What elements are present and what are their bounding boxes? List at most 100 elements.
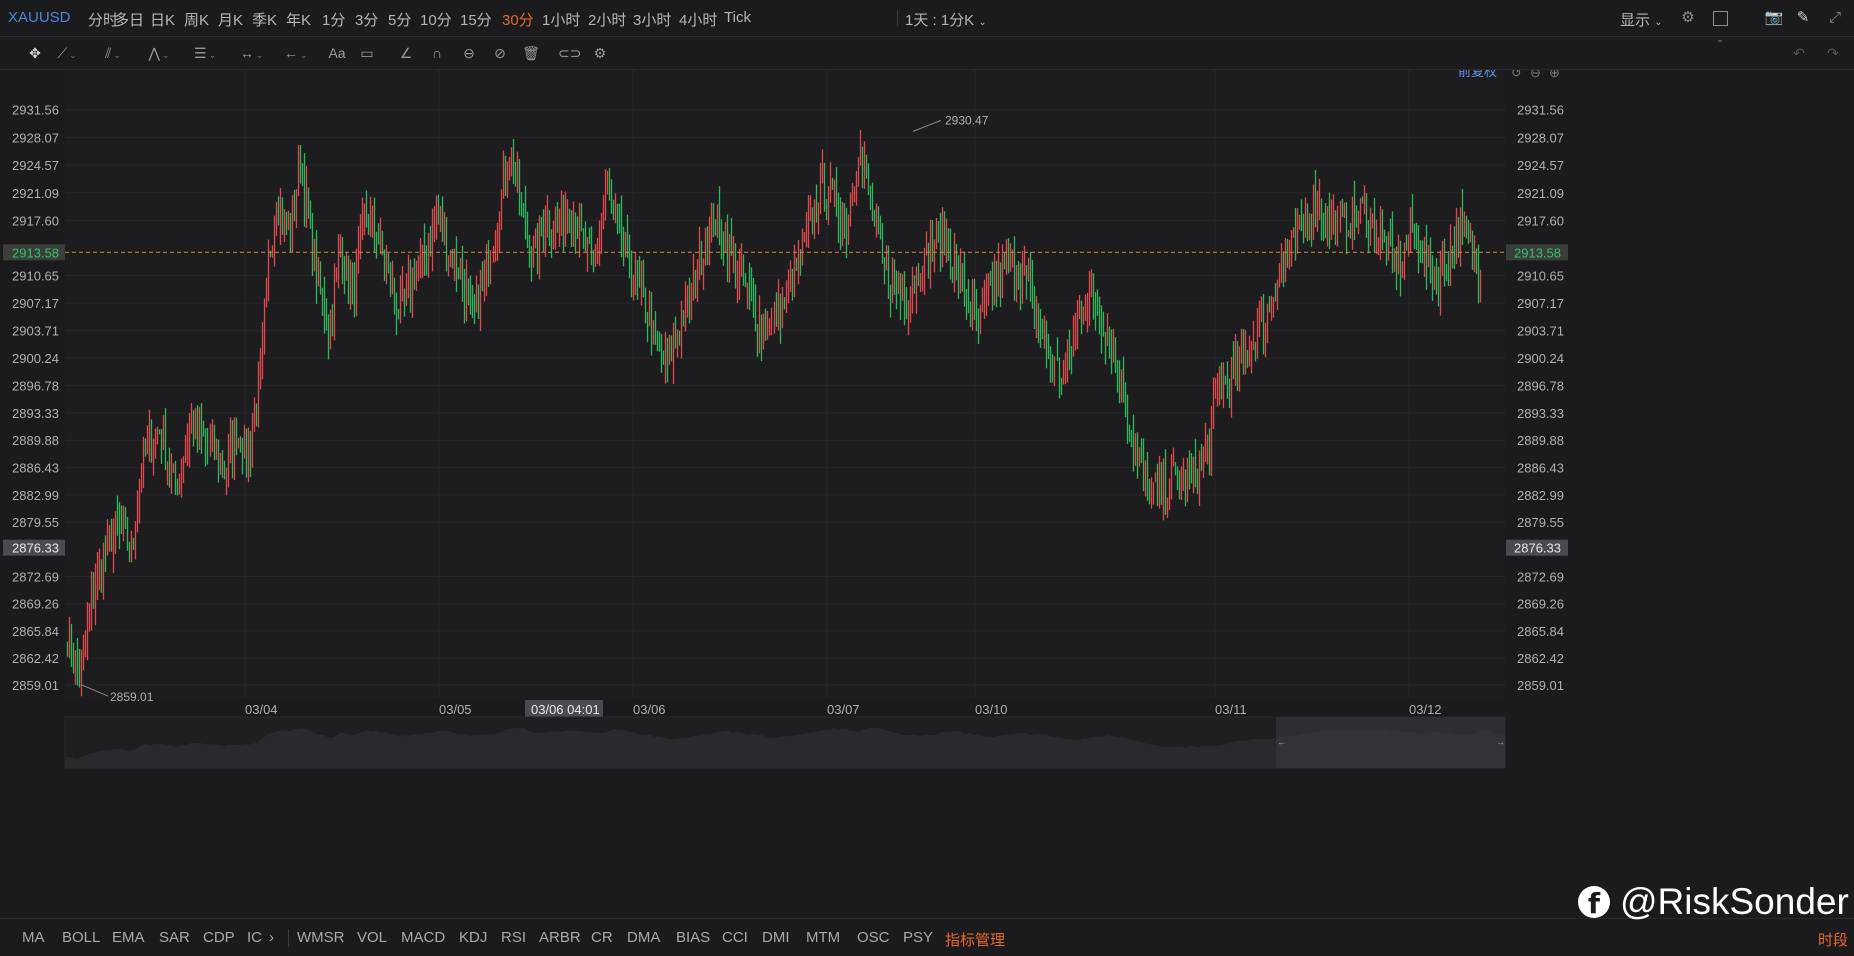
y-tick-label: 2872.69 [12,570,59,585]
magnet-icon[interactable]: ∩ [426,43,448,63]
timeframe-日K[interactable]: 日K [150,9,175,30]
brush-icon[interactable]: ∠ [395,43,417,63]
range-selector[interactable]: 1天 : 1分K ⌄ [905,9,987,30]
x-tick-label: 03/11 [1215,702,1247,717]
display-dropdown[interactable]: 显示 ⌄ [1620,9,1663,30]
zoom-in-icon[interactable]: ⊕ [1549,65,1560,80]
indicator-bias[interactable]: BIAS [676,929,710,946]
trash-icon[interactable]: 🗑 [520,43,542,63]
indicator-psy[interactable]: PSY [903,929,933,946]
y-tick-label: 2882.99 [12,488,59,503]
indicator-ema[interactable]: EMA [112,929,145,946]
gear-icon[interactable]: ⚙ [1678,8,1698,28]
adjust-label[interactable]: 前复权 [1458,64,1497,79]
timeframe-15分[interactable]: 15分 [460,9,492,30]
timeframe-Tick[interactable]: Tick [724,9,751,26]
current-price-label: 2913.58 [1514,245,1561,260]
y-tick-label: 2879.55 [1517,515,1564,530]
x-tick-label: 03/06 [633,702,666,717]
navigator-window[interactable] [1276,717,1505,768]
indicator-sar[interactable]: SAR [159,929,190,946]
timeframe-多日[interactable]: 多日 [114,9,144,30]
y-tick-label: 2917.60 [1517,213,1564,228]
y-tick-label: 2924.57 [12,158,59,173]
navigator-handle-left[interactable]: ← [1277,737,1286,747]
measure-icon[interactable]: ↔ ⌄ [240,43,264,63]
y-tick-label: 2869.26 [1517,597,1564,612]
symbol-label[interactable]: XAUUSD [8,9,71,26]
indicator-cci[interactable]: CCI [722,929,748,946]
square-icon[interactable]: ⌄ [1710,8,1730,44]
indicator-ma[interactable]: MA [22,929,45,946]
timeframe-季K[interactable]: 季K [252,9,277,30]
timeframe-3分[interactable]: 3分 [355,9,378,30]
indicator-cr[interactable]: CR [591,929,613,946]
indicator-cdp[interactable]: CDP [203,929,235,946]
settings-icon[interactable]: ⚙ [589,43,611,63]
camera-icon[interactable]: 📷 [1764,8,1784,28]
indicator-boll[interactable]: BOLL [62,929,100,946]
timeframe-1分[interactable]: 1分 [322,9,345,30]
reset-icon[interactable]: ↺ [1511,65,1522,80]
timeframe-月K[interactable]: 月K [218,9,243,30]
display-label: 显示 [1620,12,1651,29]
indicator-osc[interactable]: OSC [857,929,890,946]
undo-icon[interactable]: ↶ [1788,43,1810,63]
timeframe-4小时[interactable]: 4小时 [679,9,717,30]
y-tick-label: 2921.09 [1517,186,1564,201]
divider [288,929,289,947]
redo-icon[interactable]: ↷ [1822,43,1844,63]
move-icon[interactable]: ✥ [24,43,46,63]
y-tick-label: 2931.56 [1517,103,1564,118]
timeframe-3小时[interactable]: 3小时 [633,9,671,30]
timeframe-5分[interactable]: 5分 [388,9,411,30]
x-tick-label: 03/05 [439,702,472,717]
chart-canvas[interactable]: 2931.56 2931.56 2928.07 2928.07 2924.57 2924.… [0,64,1854,840]
y-tick-label: 2900.24 [1517,351,1564,366]
lock-icon[interactable]: ⊖ [458,43,480,63]
crosshair-time-label: 03/06 04:01 [531,702,600,717]
timeframe-30分[interactable]: 30分 [502,9,534,30]
y-tick-label: 2896.78 [1517,379,1564,394]
y-tick-label: 2872.69 [1517,570,1564,585]
line-icon[interactable]: ⟋ ⌄ [56,43,78,63]
timeframe-10分[interactable]: 10分 [420,9,452,30]
y-tick-label: 2900.24 [12,351,59,366]
hide-icon[interactable]: ⊘ [489,43,511,63]
y-tick-label: 2893.33 [12,406,59,421]
indicator-vol[interactable]: VOL [357,929,387,946]
navigator-handle-right[interactable]: → [1496,737,1505,747]
zoom-out-icon[interactable]: ⊖ [1530,65,1541,80]
timeframe-2小时[interactable]: 2小时 [588,9,626,30]
y-tick-label: 2859.01 [12,678,59,693]
pattern-icon[interactable]: ⋀ ⌄ [148,43,170,63]
indicator-dmi[interactable]: DMI [762,929,790,946]
comment-icon[interactable]: ▭ [356,43,378,63]
indicator-macd[interactable]: MACD [401,929,445,946]
indicator-manage-button[interactable]: 指标管理 [945,929,1005,950]
fullscreen-icon[interactable]: ⤢ [1825,8,1845,28]
indicator-arbr[interactable]: ARBR [539,929,581,946]
indicator-kdj[interactable]: KDJ [459,929,487,946]
indicator-ic[interactable]: IC [247,929,262,946]
indicator-mtm[interactable]: MTM [806,929,840,946]
more-indicators-icon[interactable]: › [269,929,274,946]
text-tool[interactable]: Aa [326,43,348,63]
indicator-rsi[interactable]: RSI [501,929,526,946]
period-button[interactable]: 时段 [1818,929,1848,950]
indicator-wmsr[interactable]: WMSR [297,929,345,946]
timeframe-1小时[interactable]: 1小时 [542,9,580,30]
timeframe-周K[interactable]: 周K [184,9,209,30]
channel-icon[interactable]: ⫽ ⌄ [102,43,124,63]
arrow-icon[interactable]: ← ⌄ [284,43,308,63]
y-tick-label: 2879.55 [12,515,59,530]
link-icon[interactable]: ⊂⊃ [558,43,581,63]
pencil-icon[interactable]: ✎ [1793,8,1813,28]
price-chart[interactable]: 2931.56 2931.56 2928.07 2928.07 2924.57 2924.… [0,64,1854,840]
y-tick-label: 2910.65 [12,269,59,284]
current-price-label: 2913.58 [12,245,59,260]
indicator-dma[interactable]: DMA [627,929,660,946]
timeframe-年K[interactable]: 年K [286,9,311,30]
fib-icon[interactable]: ☰ ⌄ [194,43,216,63]
y-tick-label: 2903.71 [1517,324,1564,339]
